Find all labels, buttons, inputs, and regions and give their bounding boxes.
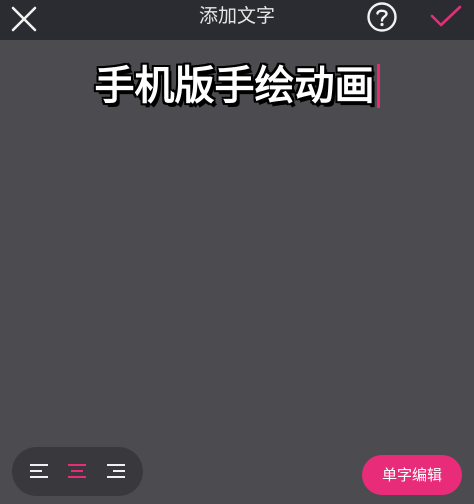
align-left-button[interactable]: [29, 459, 51, 483]
text-input-area[interactable]: 手机版手绘动画: [0, 60, 474, 112]
align-center-icon: [68, 464, 86, 478]
align-right-button[interactable]: [104, 459, 126, 483]
align-center-button[interactable]: [66, 459, 88, 483]
text-caret: [376, 64, 380, 108]
char-edit-button[interactable]: 单字编辑: [362, 455, 462, 495]
help-button[interactable]: [365, 1, 399, 35]
checkmark-icon: [430, 5, 462, 27]
editable-text[interactable]: 手机版手绘动画: [95, 60, 375, 112]
top-bar: 添加文字: [0, 0, 474, 40]
text-editor-screen: 添加文字 手机版手绘动画 单字编辑: [0, 0, 474, 504]
page-title: 添加文字: [198, 5, 275, 27]
align-right-icon: [107, 464, 125, 478]
confirm-button[interactable]: [428, 2, 464, 34]
alignment-toolbar: [12, 447, 143, 496]
help-circle-icon: [367, 2, 397, 32]
align-left-icon: [30, 464, 48, 478]
